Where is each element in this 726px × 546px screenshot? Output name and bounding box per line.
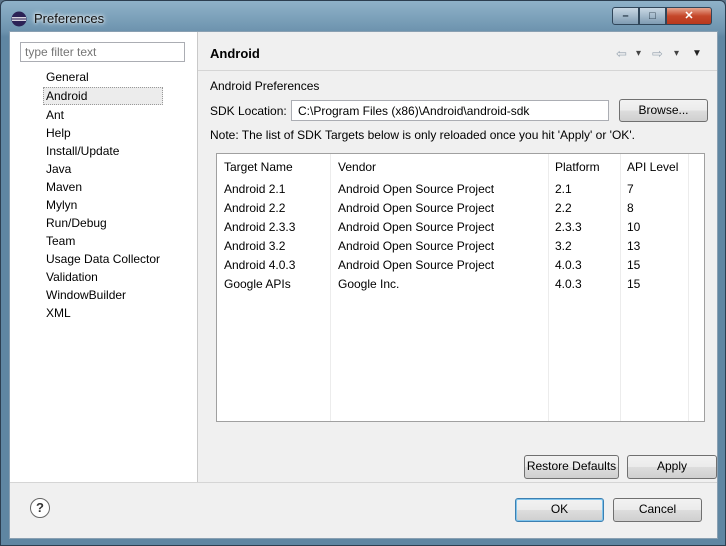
tree-item-xml[interactable]: XML: [44, 304, 162, 322]
filter-input[interactable]: [20, 42, 185, 62]
cell-platform: 4.0.3: [555, 277, 582, 291]
forward-arrow-icon[interactable]: ⇨: [652, 46, 663, 62]
tree-item-mylyn[interactable]: Mylyn: [44, 196, 162, 214]
tree-item-run-debug[interactable]: Run/Debug: [44, 214, 162, 232]
window-title: Preferences: [34, 11, 105, 26]
sdk-location-input[interactable]: C:\Program Files (x86)\Android\android-s…: [291, 100, 609, 121]
cell-vendor: Android Open Source Project: [338, 258, 495, 272]
cell-target-name: Android 3.2: [224, 239, 286, 253]
cell-api-level: 15: [627, 258, 641, 272]
tree-item-install-update[interactable]: Install/Update: [44, 142, 162, 160]
back-menu-icon[interactable]: ▾: [636, 48, 641, 59]
back-arrow-icon[interactable]: ⇦: [616, 46, 627, 62]
table-row[interactable]: Android 3.2 Android Open Source Project …: [217, 236, 704, 255]
table-row[interactable]: Android 2.2 Android Open Source Project …: [217, 198, 704, 217]
tree-item-team[interactable]: Team: [44, 232, 162, 250]
cell-vendor: Android Open Source Project: [338, 239, 495, 253]
eclipse-icon: [11, 11, 27, 27]
tree-item-android[interactable]: Android: [43, 87, 164, 105]
cell-target-name: Google APIs: [224, 277, 291, 291]
tree-item-general[interactable]: General: [44, 68, 162, 86]
sdk-targets-table[interactable]: Target Name Vendor Platform API Level An…: [216, 153, 705, 422]
preference-page: Android ⇦ ▾ ⇨ ▾ ▼ Android Preferences SD…: [198, 32, 717, 482]
cell-api-level: 8: [627, 201, 634, 215]
cell-vendor: Android Open Source Project: [338, 201, 495, 215]
tree-item-ant[interactable]: Ant: [44, 106, 162, 124]
table-row[interactable]: Android 2.1 Android Open Source Project …: [217, 179, 704, 198]
tree-item-validation[interactable]: Validation: [44, 268, 162, 286]
ok-button[interactable]: OK: [515, 498, 604, 522]
preferences-window: Preferences – □ ✕ General Android Ant He…: [0, 0, 726, 546]
cell-target-name: Android 4.0.3: [224, 258, 296, 272]
column-header-platform[interactable]: Platform: [555, 160, 600, 174]
cell-target-name: Android 2.3.3: [224, 220, 296, 234]
help-icon[interactable]: ?: [30, 498, 50, 518]
section-label: Android Preferences: [210, 79, 320, 93]
cell-api-level: 10: [627, 220, 641, 234]
cell-api-level: 13: [627, 239, 641, 253]
cancel-button[interactable]: Cancel: [613, 498, 702, 522]
cell-platform: 4.0.3: [555, 258, 582, 272]
cell-platform: 2.1: [555, 182, 572, 196]
table-row[interactable]: Android 4.0.3 Android Open Source Projec…: [217, 255, 704, 274]
minimize-button[interactable]: –: [612, 7, 639, 25]
cell-platform: 3.2: [555, 239, 572, 253]
close-button[interactable]: ✕: [666, 7, 712, 25]
tree-item-java[interactable]: Java: [44, 160, 162, 178]
tree-item-maven[interactable]: Maven: [44, 178, 162, 196]
table-row[interactable]: Google APIs Google Inc. 4.0.3 15: [217, 274, 704, 293]
restore-defaults-button[interactable]: Restore Defaults: [524, 455, 619, 479]
sdk-location-label: SDK Location:: [210, 104, 287, 118]
browse-button[interactable]: Browse...: [619, 99, 708, 122]
tree-item-help[interactable]: Help: [44, 124, 162, 142]
column-header-vendor[interactable]: Vendor: [338, 160, 376, 174]
table-row[interactable]: Android 2.3.3 Android Open Source Projec…: [217, 217, 704, 236]
cell-vendor: Google Inc.: [338, 277, 400, 291]
cell-vendor: Android Open Source Project: [338, 182, 495, 196]
page-title: Android: [210, 46, 260, 61]
view-menu-icon[interactable]: ▼: [692, 48, 702, 59]
cell-api-level: 7: [627, 182, 634, 196]
tree-item-windowbuilder[interactable]: WindowBuilder: [44, 286, 162, 304]
preference-tree: General Android Ant Help Install/Update …: [43, 68, 164, 322]
cell-platform: 2.2: [555, 201, 572, 215]
cell-vendor: Android Open Source Project: [338, 220, 495, 234]
apply-button[interactable]: Apply: [627, 455, 717, 479]
maximize-button[interactable]: □: [639, 7, 666, 25]
forward-menu-icon[interactable]: ▾: [674, 48, 679, 59]
sdk-note: Note: The list of SDK Targets below is o…: [210, 128, 635, 142]
preference-tree-panel: General Android Ant Help Install/Update …: [10, 32, 198, 482]
column-header-api-level[interactable]: API Level: [627, 160, 678, 174]
cell-target-name: Android 2.2: [224, 201, 286, 215]
footer-divider: [10, 482, 717, 483]
column-header-target-name[interactable]: Target Name: [224, 160, 293, 174]
cell-platform: 2.3.3: [555, 220, 582, 234]
cell-target-name: Android 2.1: [224, 182, 286, 196]
tree-item-usage-data-collector[interactable]: Usage Data Collector: [44, 250, 162, 268]
dialog-client-area: General Android Ant Help Install/Update …: [9, 31, 718, 539]
cell-api-level: 15: [627, 277, 641, 291]
page-header: Android ⇦ ▾ ⇨ ▾ ▼: [198, 32, 717, 71]
